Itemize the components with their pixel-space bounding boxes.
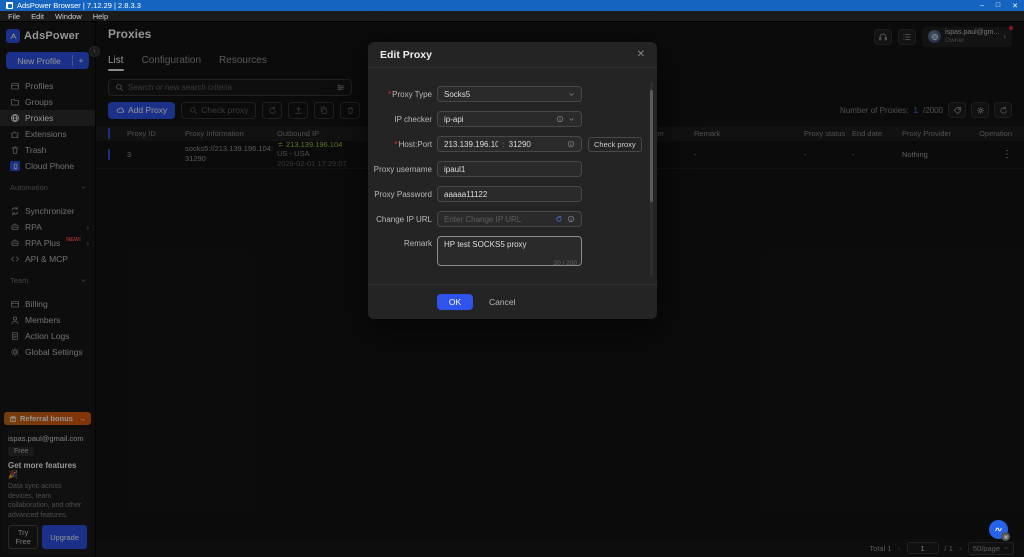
field-label-username: Proxy username xyxy=(373,164,432,174)
widget-settings-button[interactable] xyxy=(1001,532,1010,541)
menu-window[interactable]: Window xyxy=(55,12,82,21)
ip-checker-select[interactable]: ip-api xyxy=(437,111,582,127)
proxy-type-value: Socks5 xyxy=(444,89,471,99)
host-input[interactable] xyxy=(444,139,499,149)
modal-scrollbar[interactable] xyxy=(650,82,653,276)
menu-edit[interactable]: Edit xyxy=(31,12,44,21)
minimize-button[interactable]: – xyxy=(980,2,984,10)
chevron-down-icon xyxy=(568,116,575,123)
modal-title: Edit Proxy xyxy=(380,48,432,61)
host-port-field[interactable]: : xyxy=(437,136,582,152)
cancel-button[interactable]: Cancel xyxy=(489,297,515,307)
required-asterisk: * xyxy=(388,89,392,99)
window-titlebar: AdsPower Browser | 7.12.29 | 2.8.3.3 – □… xyxy=(0,0,1024,11)
username-field[interactable] xyxy=(437,161,582,177)
support-widget-button[interactable] xyxy=(989,520,1010,541)
scrollbar-thumb[interactable] xyxy=(650,89,653,203)
info-icon xyxy=(556,115,564,123)
field-label-ip-checker: IP checker xyxy=(394,114,432,124)
ip-checker-value: ip-api xyxy=(444,114,464,124)
field-label-proxy-type: *Proxy Type xyxy=(388,89,432,99)
proxy-type-select[interactable]: Socks5 xyxy=(437,86,582,102)
field-label-password: Proxy Password xyxy=(374,189,432,199)
change-ip-url-input[interactable] xyxy=(444,214,551,224)
password-field[interactable] xyxy=(437,186,582,202)
field-label-remark: Remark xyxy=(403,239,432,248)
close-button[interactable]: ✕ xyxy=(1012,2,1018,10)
field-label-change-ip-url: Change IP URL xyxy=(376,214,432,224)
character-counter: 20 / 200 xyxy=(553,260,578,267)
host-port-separator: : xyxy=(502,139,505,149)
port-input[interactable] xyxy=(508,139,564,149)
check-proxy-modal-button[interactable]: Check proxy xyxy=(588,136,642,152)
window-title: AdsPower Browser | 7.12.29 | 2.8.3.3 xyxy=(17,1,141,10)
password-input[interactable] xyxy=(444,189,575,199)
menu-file[interactable]: File xyxy=(8,12,20,21)
ok-button[interactable]: OK xyxy=(437,294,473,310)
info-icon xyxy=(567,215,575,223)
edit-proxy-modal: Edit Proxy ✕ *Proxy Type Socks5 IP check… xyxy=(368,42,657,319)
gear-icon xyxy=(1003,534,1009,540)
required-asterisk: * xyxy=(394,139,398,149)
app-logo-icon xyxy=(6,2,13,9)
maximize-button[interactable]: □ xyxy=(996,2,1000,10)
rotate-icon[interactable] xyxy=(555,215,563,223)
chevron-down-icon xyxy=(568,91,575,98)
change-ip-url-field[interactable] xyxy=(437,211,582,227)
field-label-host-port: *Host:Port xyxy=(394,139,432,149)
menu-bar: File Edit Window Help xyxy=(0,11,1024,22)
modal-close-button[interactable]: ✕ xyxy=(637,49,645,60)
menu-help[interactable]: Help xyxy=(93,12,108,21)
username-input[interactable] xyxy=(444,164,575,174)
info-icon xyxy=(567,140,575,148)
